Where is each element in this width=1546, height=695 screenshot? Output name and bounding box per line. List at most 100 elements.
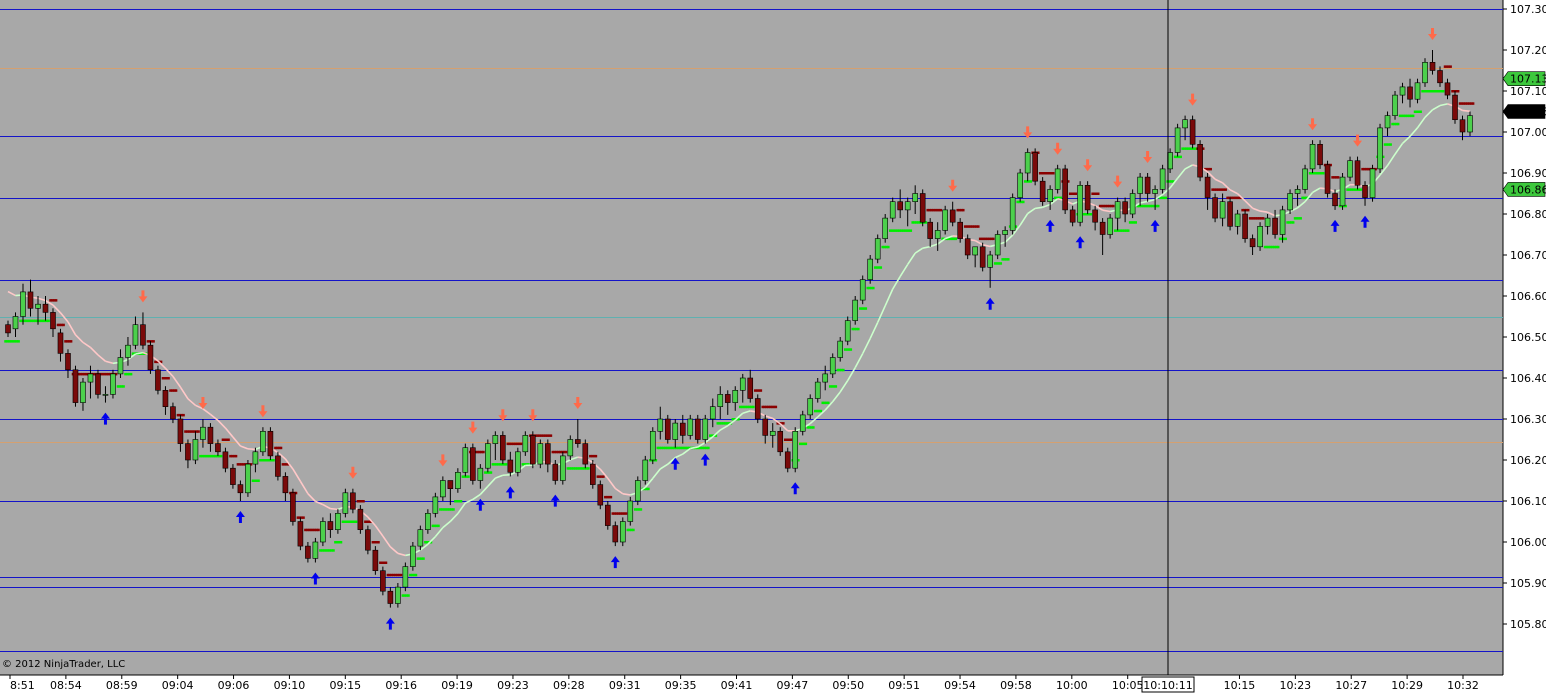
- stop-dot: [129, 372, 133, 376]
- candle-body: [132, 324, 139, 346]
- stop-dot: [399, 573, 403, 577]
- candle-body: [1077, 185, 1083, 223]
- stop-dot: [609, 495, 613, 499]
- stop-dot: [167, 377, 170, 380]
- price-badge-label: 107.13: [1510, 73, 1546, 86]
- x-tick-label: 09:31: [609, 679, 641, 692]
- candle-body: [1197, 144, 1203, 178]
- candle-body: [567, 439, 574, 457]
- candle-body: [1137, 176, 1143, 194]
- candle-body: [1092, 209, 1098, 223]
- stop-dot: [227, 438, 230, 441]
- stop-dot: [1336, 176, 1340, 179]
- stop-dot: [549, 434, 553, 437]
- candle-body: [784, 451, 791, 469]
- stop-dot: [219, 454, 223, 458]
- stop-dot: [1052, 172, 1055, 175]
- candle-body: [432, 496, 439, 514]
- candle-body: [709, 406, 716, 420]
- candle-body: [425, 512, 431, 530]
- stop-dot: [887, 245, 890, 249]
- y-tick-label: 106.10: [1510, 495, 1546, 508]
- candle-body: [657, 418, 664, 432]
- copyright-text: © 2012 NinjaTrader, LLC: [2, 659, 126, 670]
- candle-body: [792, 430, 799, 469]
- candle-body: [702, 418, 709, 440]
- candle-body: [1069, 209, 1076, 223]
- candle-body: [694, 418, 701, 440]
- candle-body: [844, 320, 851, 342]
- candle-body: [1099, 221, 1106, 235]
- stop-dot: [639, 508, 643, 511]
- candle-body: [5, 324, 11, 334]
- y-tick-label: 106.50: [1510, 331, 1546, 344]
- candle-body: [1159, 168, 1166, 190]
- stop-dot: [482, 450, 485, 454]
- candle-body: [597, 484, 604, 506]
- stop-dot: [459, 500, 463, 503]
- candle-body: [852, 299, 859, 321]
- ma-segment: [1035, 206, 1043, 210]
- candle-body: [769, 430, 776, 436]
- stop-dot: [977, 225, 980, 228]
- stop-dot: [812, 426, 815, 429]
- candle-body: [859, 279, 866, 301]
- stop-dot: [1321, 172, 1325, 175]
- stop-dot: [1224, 188, 1227, 191]
- candle-body: [1017, 172, 1023, 198]
- candle-body: [627, 500, 634, 522]
- candle-body: [1189, 119, 1196, 145]
- candle-body: [155, 369, 161, 391]
- candle-body: [1054, 168, 1061, 190]
- stop-dot: [1029, 180, 1033, 183]
- candle-body: [545, 443, 551, 465]
- candle-body: [230, 467, 236, 485]
- candle-body: [290, 492, 296, 522]
- stop-dot: [1022, 200, 1025, 204]
- stop-dot: [467, 475, 470, 478]
- candle-body: [1212, 197, 1218, 219]
- candle-body: [687, 418, 694, 436]
- candle-body: [762, 418, 769, 436]
- stop-dot: [872, 286, 875, 290]
- candle-body: [1227, 201, 1233, 227]
- stop-dot: [69, 340, 73, 343]
- stop-dot: [1284, 237, 1287, 241]
- candle-body: [125, 344, 131, 358]
- stop-dot: [504, 463, 508, 466]
- stop-dot: [842, 368, 845, 372]
- candle-body: [1287, 193, 1293, 211]
- candle-body: [822, 373, 829, 383]
- stop-dot: [774, 405, 778, 409]
- price-chart[interactable]: 107.30 107.20 107.10 107.00 106.90 106.80 106.…: [0, 0, 1546, 695]
- ma-segment: [1462, 109, 1471, 113]
- stop-dot: [174, 389, 178, 392]
- stop-dot: [1134, 221, 1137, 224]
- ma-segment: [622, 492, 631, 496]
- candle-body: [717, 394, 724, 407]
- x-tick-label: 09:23: [497, 679, 529, 692]
- price-badge-label: 107.05: [1510, 106, 1546, 119]
- candle-body: [327, 521, 334, 530]
- candle-body: [267, 430, 274, 457]
- candle-body: [537, 443, 544, 465]
- x-tick-label: 10:05: [1112, 679, 1144, 692]
- candle-body: [904, 201, 911, 211]
- candle-body: [957, 221, 963, 239]
- y-tick-label: 107.10: [1510, 85, 1546, 98]
- x-tick-label: 09:04: [162, 679, 194, 692]
- stop-dot: [47, 319, 50, 323]
- stop-dot: [182, 413, 185, 417]
- candle-body: [72, 369, 79, 403]
- candle-body: [1354, 160, 1361, 186]
- candle-body: [1294, 189, 1301, 194]
- candle-body: [162, 389, 169, 407]
- plot-area[interactable]: [0, 0, 1503, 675]
- candle-body: [1114, 201, 1121, 219]
- candle-body: [410, 545, 416, 567]
- candle-body: [1392, 94, 1398, 116]
- candle-body: [912, 193, 918, 202]
- candle-body: [1317, 144, 1323, 166]
- candle-body: [829, 357, 836, 375]
- stop-dot: [759, 389, 763, 392]
